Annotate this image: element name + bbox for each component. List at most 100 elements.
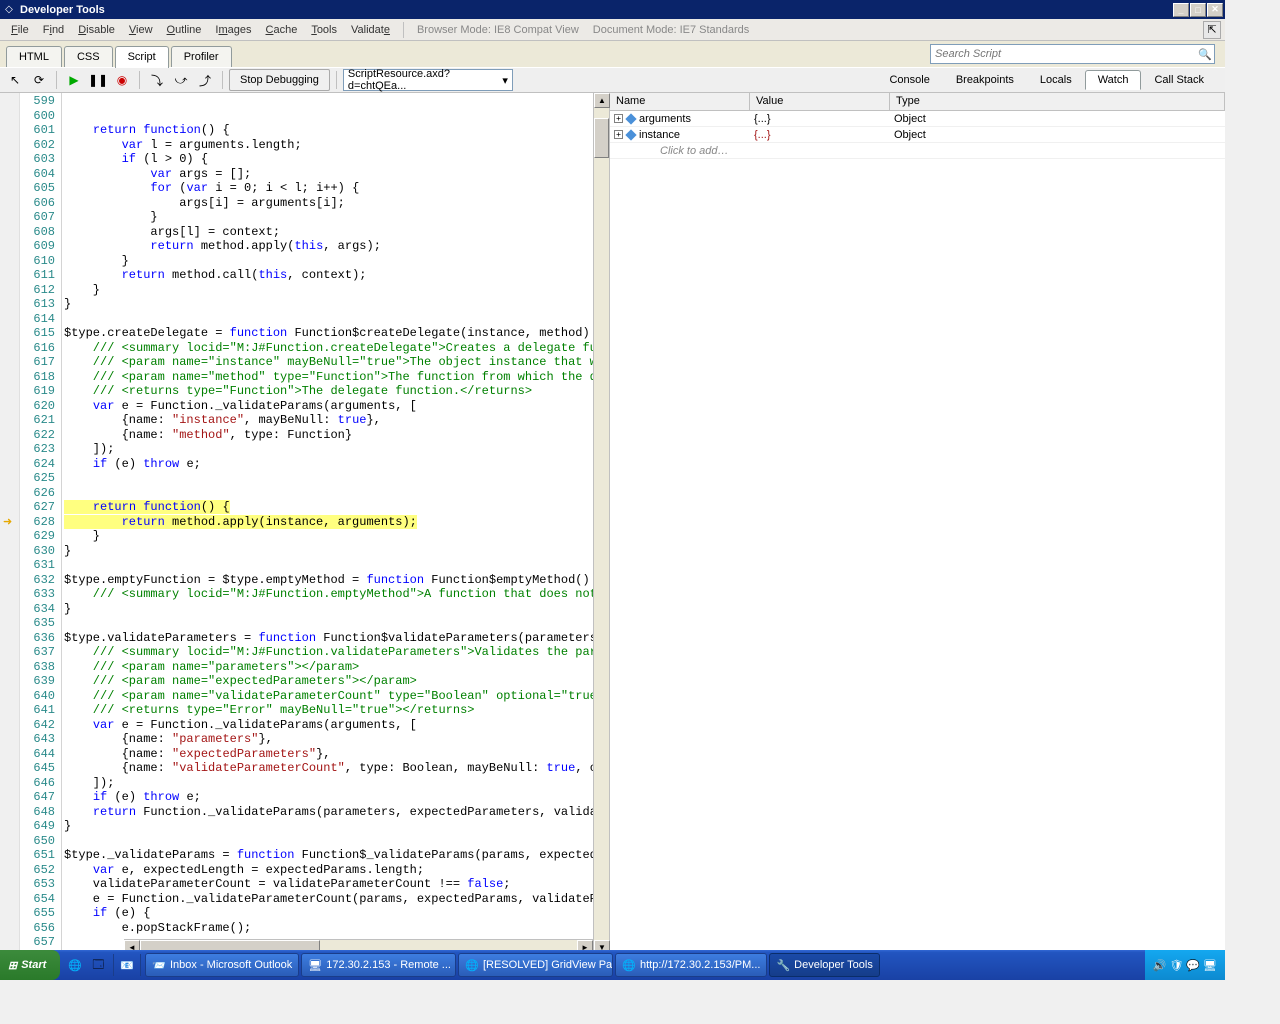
script-file-dropdown[interactable]: ScriptResource.axd?d=chtQEa... ▾	[343, 69, 513, 91]
task-icon: 🌐	[622, 959, 636, 972]
start-button[interactable]: ⊞ Start	[0, 950, 60, 980]
taskbar-item[interactable]: 🌐http://172.30.2.153/PM...	[615, 953, 767, 977]
scroll-up-button[interactable]: ▲	[594, 93, 610, 108]
continue-button[interactable]: ▶	[63, 69, 85, 91]
watch-name: instance	[639, 129, 680, 141]
scroll-track[interactable]	[594, 158, 609, 940]
menu-view[interactable]: View	[122, 22, 160, 38]
right-tab-breakpoints[interactable]: Breakpoints	[943, 70, 1027, 90]
column-type[interactable]: Type	[890, 93, 1225, 110]
scroll-thumb[interactable]	[594, 118, 609, 158]
devtools-icon: ◇	[2, 3, 16, 17]
step-over-button[interactable]: ⤻	[170, 69, 192, 91]
close-button[interactable]: ✕	[1207, 3, 1223, 17]
browser-mode[interactable]: Browser Mode: IE8 Compat View	[410, 22, 586, 38]
toolbar-separator	[139, 71, 140, 89]
column-name[interactable]: Name	[610, 93, 750, 110]
stop-button[interactable]: ◉	[111, 69, 133, 91]
toolbar-separator	[336, 71, 337, 89]
menu-images[interactable]: Images	[208, 22, 258, 38]
variable-icon	[625, 129, 636, 140]
taskbar-item[interactable]: 🖥 172.30.2.153 - Remote ...	[301, 953, 456, 977]
document-mode[interactable]: Document Mode: IE7 Standards	[586, 22, 757, 38]
tray-icon[interactable]: 🔊	[1153, 959, 1167, 972]
task-items: 📨Inbox - Microsoft Outlook 🖥 172.30.2.153 …	[141, 953, 1144, 977]
taskbar-item[interactable]: 📨Inbox - Microsoft Outlook	[145, 953, 299, 977]
desktop-icon[interactable]: 🗔	[87, 954, 109, 976]
pause-button[interactable]: ❚❚	[87, 69, 109, 91]
task-label: Developer Tools	[794, 959, 873, 971]
select-element-button[interactable]: ↖	[4, 69, 26, 91]
task-label: [RESOLVED] GridView Pa...	[483, 959, 613, 971]
task-icon: 🖥	[308, 959, 322, 972]
watch-value: {...}	[750, 113, 890, 125]
watch-header: Name Value Type	[610, 93, 1225, 111]
pin-button[interactable]: ⇱	[1203, 21, 1221, 39]
tray-icon[interactable]: 🛡	[1169, 959, 1183, 972]
menu-cache[interactable]: Cache	[259, 22, 305, 38]
stop-debugging-button[interactable]: Stop Debugging	[229, 69, 330, 91]
menu-file[interactable]: File	[4, 22, 36, 38]
minimize-button[interactable]: _	[1173, 3, 1189, 17]
expand-icon[interactable]: +	[614, 130, 623, 139]
menu-separator	[403, 22, 404, 38]
window-title: Developer Tools	[20, 4, 1173, 16]
code-area[interactable]: return function() { var l = arguments.le…	[62, 93, 593, 955]
add-watch-text[interactable]: Click to add…	[610, 145, 728, 157]
search-script-box[interactable]: 🔍	[930, 44, 1215, 64]
right-tab-console[interactable]: Console	[876, 70, 942, 90]
line-number-gutter: 599 600 601 602 603 604 605 606 607 608 …	[20, 93, 62, 955]
toolbar: ↖ ⟳ ▶ ❚❚ ◉ ⤵ ⤻ ⤴ Stop Debugging ScriptRe…	[0, 67, 1225, 93]
breakpoint-gutter[interactable]: ➜	[0, 93, 20, 955]
script-file-name: ScriptResource.axd?d=chtQEa...	[348, 68, 502, 92]
task-label: Inbox - Microsoft Outlook	[170, 959, 292, 971]
menu-outline[interactable]: Outline	[160, 22, 209, 38]
menubar: File Find Disable View Outline Images Ca…	[0, 19, 1225, 41]
search-input[interactable]	[931, 48, 1196, 60]
taskbar-item[interactable]: 🔧Developer Tools	[769, 953, 879, 977]
step-out-button[interactable]: ⤴	[194, 69, 216, 91]
right-tab-call-stack[interactable]: Call Stack	[1141, 70, 1217, 90]
tray-icon[interactable]: 💬	[1186, 959, 1200, 972]
maximize-button[interactable]: □	[1190, 3, 1206, 17]
tray-icon[interactable]: 🖥	[1203, 959, 1217, 972]
watch-add-row[interactable]: Click to add…	[610, 143, 1225, 159]
tab-html[interactable]: HTML	[6, 46, 62, 67]
tab-css[interactable]: CSS	[64, 46, 113, 67]
outlook-icon[interactable]: 📧	[116, 954, 138, 976]
tab-script[interactable]: Script	[115, 46, 169, 68]
refresh-button[interactable]: ⟳	[28, 69, 50, 91]
watch-row[interactable]: +arguments{...}Object	[610, 111, 1225, 127]
step-into-button[interactable]: ⤵	[146, 69, 168, 91]
toolbar-separator	[222, 71, 223, 89]
main-area: ➜ 599 600 601 602 603 604 605 606 607 60…	[0, 93, 1225, 955]
windows-logo-icon: ⊞	[8, 959, 17, 972]
taskbar: ⊞ Start 🌐 🗔 📧 📨Inbox - Microsoft Outlook…	[0, 950, 1225, 980]
watch-name: arguments	[639, 113, 691, 125]
quick-launch: 🌐 🗔	[60, 954, 113, 976]
search-icon[interactable]: 🔍	[1196, 48, 1214, 61]
menu-find[interactable]: Find	[36, 22, 71, 38]
watch-pane: Name Value Type + arguments {...}Object + in…	[610, 93, 1225, 955]
task-label: 172.30.2.153 - Remote ...	[326, 959, 451, 971]
tab-profiler[interactable]: Profiler	[171, 46, 232, 67]
right-tab-watch[interactable]: Watch	[1085, 70, 1142, 90]
right-tab-locals[interactable]: Locals	[1027, 70, 1085, 90]
code-content[interactable]: return function() { var l = arguments.le…	[62, 93, 593, 950]
vertical-scrollbar[interactable]: ▲ ▼	[593, 93, 609, 955]
column-value[interactable]: Value	[750, 93, 890, 110]
chevron-down-icon: ▾	[502, 74, 508, 87]
ie-icon[interactable]: 🌐	[64, 954, 86, 976]
watch-type: Object	[890, 129, 1225, 141]
watch-row[interactable]: + instance {...}Object	[610, 127, 1225, 143]
system-tray[interactable]: 🔊 🛡 💬 🖥	[1145, 950, 1225, 980]
task-icon: 🌐	[465, 959, 479, 972]
watch-value: {...}	[750, 129, 890, 141]
variable-icon	[625, 113, 636, 124]
expand-icon[interactable]: +	[614, 114, 623, 123]
taskbar-item[interactable]: 🌐 [RESOLVED] GridView Pa...	[458, 953, 613, 977]
start-label: Start	[21, 959, 46, 971]
menu-disable[interactable]: Disable	[71, 22, 122, 38]
menu-tools[interactable]: Tools	[304, 22, 344, 38]
menu-validate[interactable]: Validate	[344, 22, 397, 38]
